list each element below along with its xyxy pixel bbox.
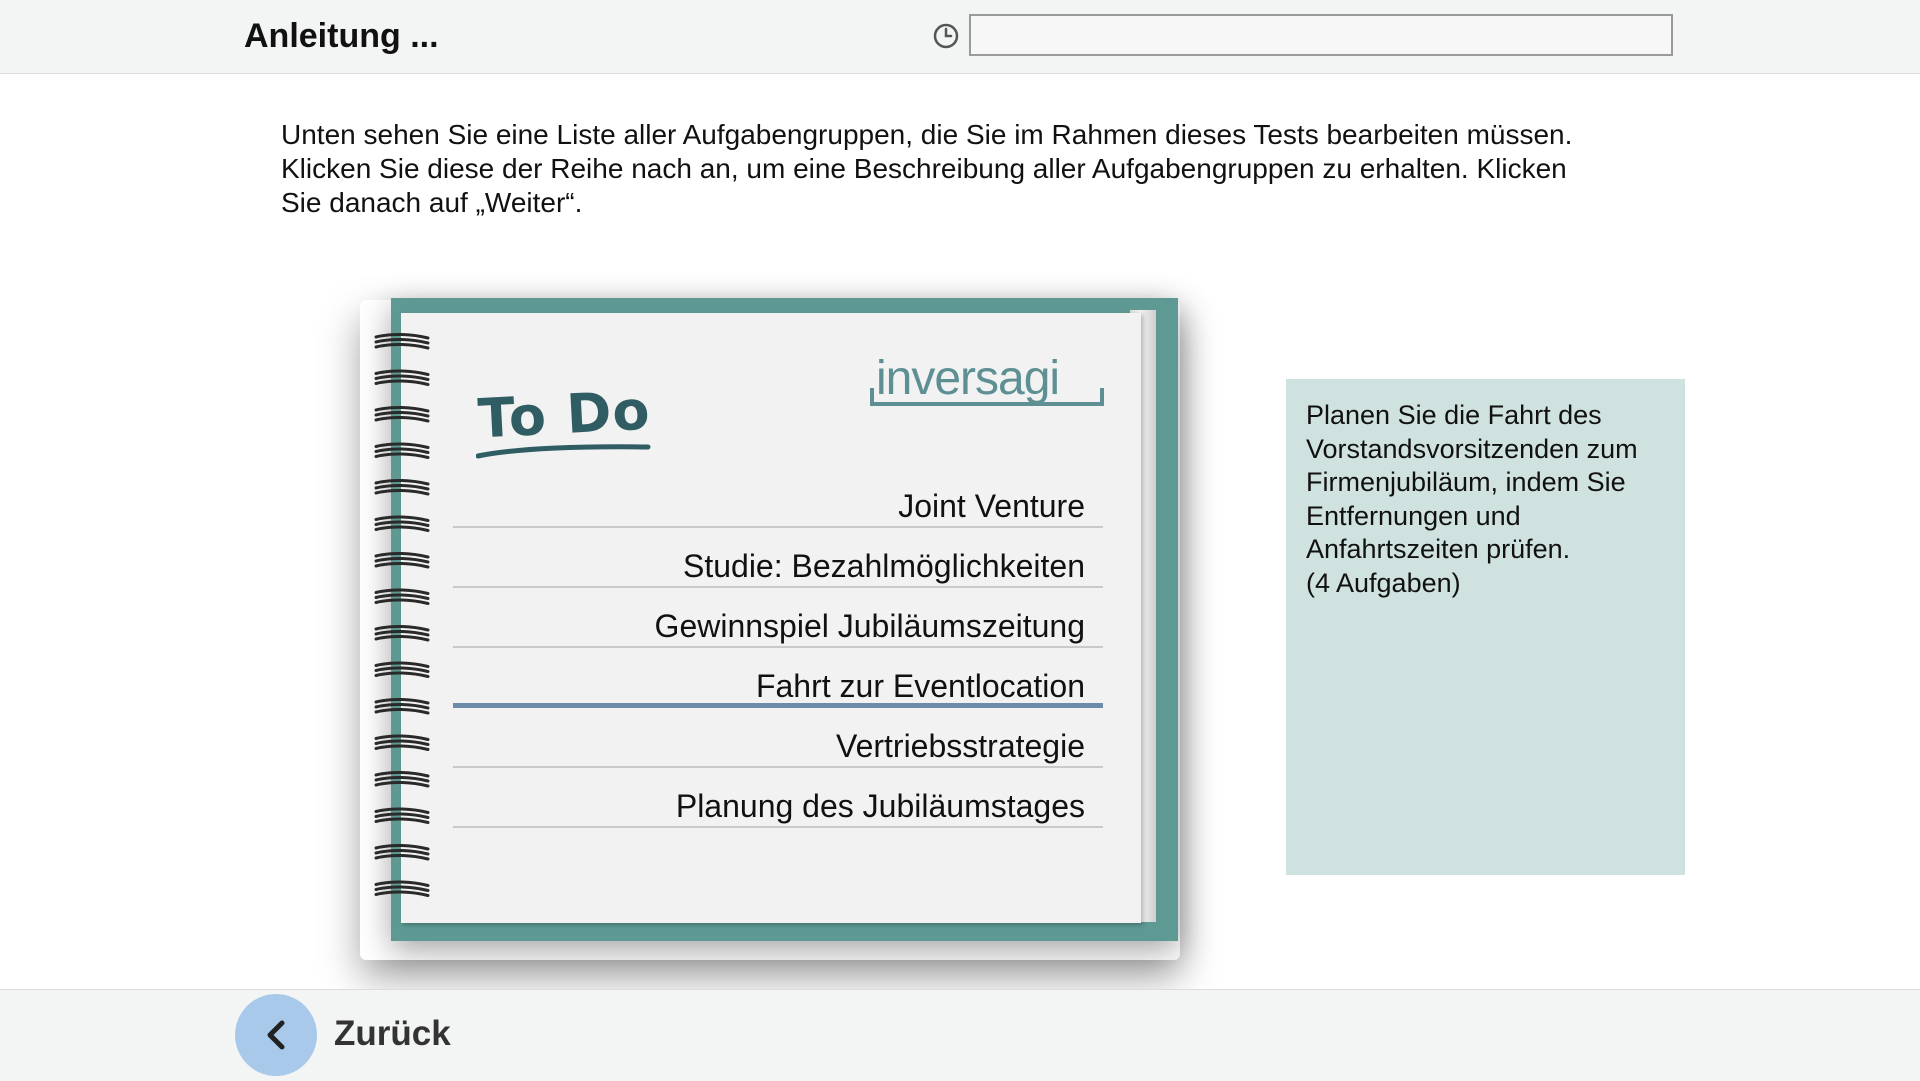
- timer-progress-bar: [969, 14, 1673, 56]
- task-item-vertriebsstrategie[interactable]: Vertriebsstrategie: [453, 710, 1103, 768]
- spiral-binding-icon: [374, 333, 430, 897]
- todo-underline-icon: [476, 444, 651, 459]
- todo-heading: To Do: [476, 378, 653, 451]
- description-line: Vorstandsvorsitzenden zum: [1306, 433, 1638, 464]
- instructions-text: Unten sehen Sie eine Liste aller Aufgabe…: [281, 118, 1641, 220]
- back-button-label[interactable]: Zurück: [334, 1014, 451, 1054]
- chevron-left-icon: [267, 1020, 285, 1050]
- task-item-planung-jubilaeumstag[interactable]: Planung des Jubiläumstages: [453, 770, 1103, 828]
- task-item-fahrt-eventlocation[interactable]: Fahrt zur Eventlocation: [453, 650, 1103, 708]
- instructions-line: Unten sehen Sie eine Liste aller Aufgabe…: [281, 119, 1573, 150]
- header-bar: Anleitung ...: [0, 0, 1920, 74]
- instructions-line: Sie danach auf „Weiter“.: [281, 187, 583, 218]
- task-description-panel: Planen Sie die Fahrt des Vorstandsvorsit…: [1286, 379, 1685, 875]
- clock-icon: [933, 23, 959, 49]
- back-button[interactable]: [235, 994, 317, 1076]
- instructions-line: Klicken Sie diese der Reihe nach an, um …: [281, 153, 1567, 184]
- logo-bracket-icon: [870, 388, 1104, 406]
- description-line: Planen Sie die Fahrt des: [1306, 400, 1602, 430]
- task-item-studie-bezahlmoeglichkeiten[interactable]: Studie: Bezahlmöglichkeiten: [453, 530, 1103, 588]
- description-line: Entfernungen und: [1306, 500, 1521, 531]
- page-title: Anleitung ...: [244, 17, 439, 55]
- description-line: (4 Aufgaben): [1306, 567, 1461, 598]
- task-item-joint-venture[interactable]: Joint Venture: [453, 470, 1103, 528]
- task-list: Joint Venture Studie: Bezahlmöglichkeite…: [453, 470, 1103, 830]
- description-line: Anfahrtszeiten prüfen.: [1306, 534, 1571, 564]
- description-line: Firmenjubiläum, indem Sie: [1306, 467, 1626, 497]
- task-item-gewinnspiel[interactable]: Gewinnspiel Jubiläumszeitung: [453, 590, 1103, 648]
